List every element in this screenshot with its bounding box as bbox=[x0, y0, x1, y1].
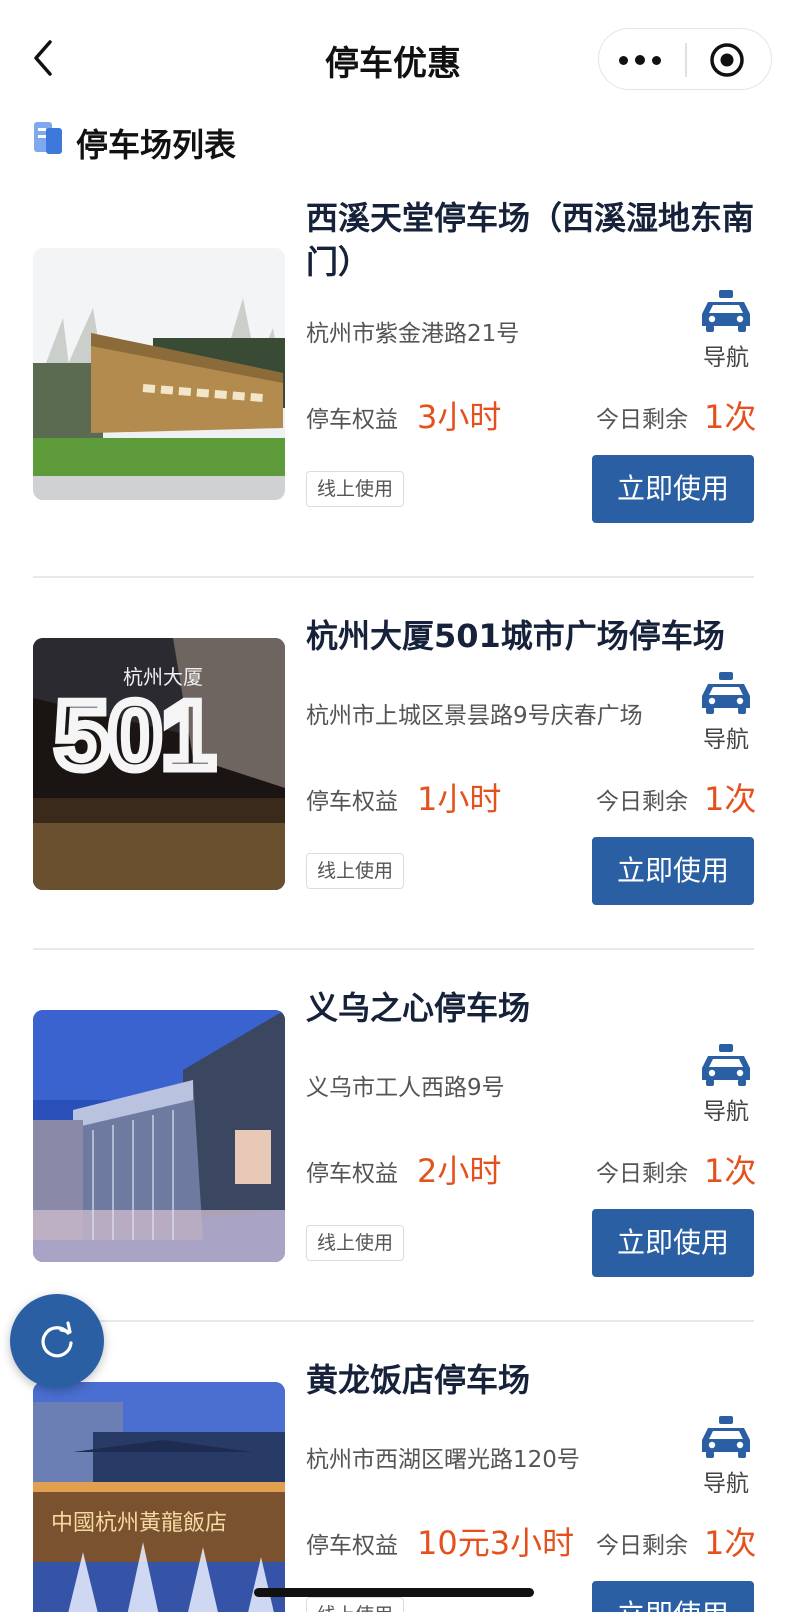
use-now-button[interactable]: 立即使用 bbox=[592, 1209, 754, 1277]
svg-text:杭州大厦: 杭州大厦 bbox=[123, 665, 203, 689]
parking-lot-name: 杭州大厦501城市广场停车场 bbox=[306, 617, 725, 655]
parking-lot-address: 杭州市西湖区曙光路120号 bbox=[306, 1447, 580, 1473]
navigate-button[interactable]: 导航 bbox=[696, 1044, 756, 1128]
remaining-value: 1次 bbox=[704, 398, 757, 436]
divider bbox=[33, 576, 754, 578]
remaining-value: 1次 bbox=[704, 1152, 757, 1190]
taxi-icon bbox=[702, 290, 750, 332]
list-icon bbox=[32, 120, 64, 156]
use-now-button[interactable]: 立即使用 bbox=[592, 455, 754, 523]
parking-lot-photo bbox=[33, 1010, 285, 1262]
remaining-value: 1次 bbox=[704, 780, 757, 818]
refresh-button[interactable] bbox=[10, 1294, 104, 1388]
parking-lot-name: 黄龙饭店停车场 bbox=[306, 1361, 531, 1399]
online-use-tag: 线上使用 bbox=[306, 471, 405, 507]
parking-lot-name: 义乌之心停车场 bbox=[306, 989, 531, 1027]
navigate-button[interactable]: 导航 bbox=[696, 1416, 756, 1500]
svg-text:中國杭州黃龍飯店: 中國杭州黃龍飯店 bbox=[51, 1511, 227, 1536]
parking-lot-address: 杭州市紫金港路21号 bbox=[306, 321, 520, 347]
navigate-label: 导航 bbox=[703, 1099, 749, 1125]
navigate-label: 导航 bbox=[703, 727, 749, 753]
taxi-icon bbox=[702, 1044, 750, 1086]
svg-text:501: 501 bbox=[55, 682, 215, 789]
refresh-icon bbox=[41, 1321, 73, 1358]
navigate-button[interactable]: 导航 bbox=[696, 672, 756, 756]
use-now-button[interactable]: 立即使用 bbox=[592, 837, 754, 905]
online-use-tag: 线上使用 bbox=[306, 853, 405, 889]
benefit-value: 3小时 bbox=[417, 398, 502, 436]
parking-lot-card[interactable]: 义乌之心停车场 义乌市工人西路9号 导航 停车权益 2小时 今日剩余 1次 线上… bbox=[0, 986, 786, 1356]
navigation-bar: 停车优惠 bbox=[0, 0, 786, 118]
remaining-label: 今日剩余 bbox=[596, 789, 688, 815]
benefit-label: 停车权益 bbox=[306, 407, 398, 433]
parking-lot-card[interactable]: 中國杭州黃龍飯店 黄龙饭店停车场 杭州市西湖区曙光路120号 导航 停车权益 1… bbox=[0, 1358, 786, 1612]
navigate-label: 导航 bbox=[703, 345, 749, 371]
section-title: 停车场列表 bbox=[76, 126, 237, 164]
navigate-button[interactable]: 导航 bbox=[696, 290, 756, 374]
parking-lot-name: 西溪天堂停车场（西溪湿地东南门） bbox=[306, 199, 755, 281]
parking-lot-address: 杭州市上城区景昙路9号庆春广场 bbox=[306, 703, 643, 729]
taxi-icon bbox=[702, 1416, 750, 1458]
parking-lot-photo: 中國杭州黃龍飯店 bbox=[33, 1382, 285, 1612]
benefit-label: 停车权益 bbox=[306, 1161, 398, 1187]
divider bbox=[33, 1320, 754, 1322]
benefit-value: 2小时 bbox=[417, 1152, 502, 1190]
taxi-icon bbox=[702, 672, 750, 714]
parking-lot-photo: 501 杭州大厦 bbox=[33, 638, 285, 890]
navigate-label: 导航 bbox=[703, 1471, 749, 1497]
benefit-label: 停车权益 bbox=[306, 789, 398, 815]
target-close-icon[interactable] bbox=[707, 41, 747, 79]
online-use-tag: 线上使用 bbox=[306, 1225, 405, 1261]
parking-lot-card[interactable]: 501 杭州大厦 杭州大厦501城市广场停车场 杭州市上城区景昙路9号庆春广场 … bbox=[0, 614, 786, 984]
remaining-label: 今日剩余 bbox=[596, 1533, 688, 1559]
capsule-divider bbox=[685, 43, 687, 77]
more-dots-icon[interactable] bbox=[619, 41, 669, 77]
remaining-label: 今日剩余 bbox=[596, 407, 688, 433]
parking-lot-photo bbox=[33, 248, 285, 500]
divider bbox=[33, 948, 754, 950]
use-now-button[interactable]: 立即使用 bbox=[592, 1581, 754, 1612]
benefit-value: 10元3小时 bbox=[417, 1524, 575, 1562]
parking-lot-address: 义乌市工人西路9号 bbox=[306, 1075, 505, 1101]
home-indicator bbox=[254, 1588, 534, 1597]
benefit-label: 停车权益 bbox=[306, 1533, 398, 1559]
parking-lot-card[interactable]: 西溪天堂停车场（西溪湿地东南门） 杭州市紫金港路21号 导航 停车权益 3小时 … bbox=[0, 196, 786, 566]
benefit-value: 1小时 bbox=[417, 780, 502, 818]
remaining-value: 1次 bbox=[704, 1524, 757, 1562]
remaining-label: 今日剩余 bbox=[596, 1161, 688, 1187]
online-use-tag: 线上使用 bbox=[306, 1597, 405, 1612]
mini-program-capsule bbox=[598, 28, 772, 90]
